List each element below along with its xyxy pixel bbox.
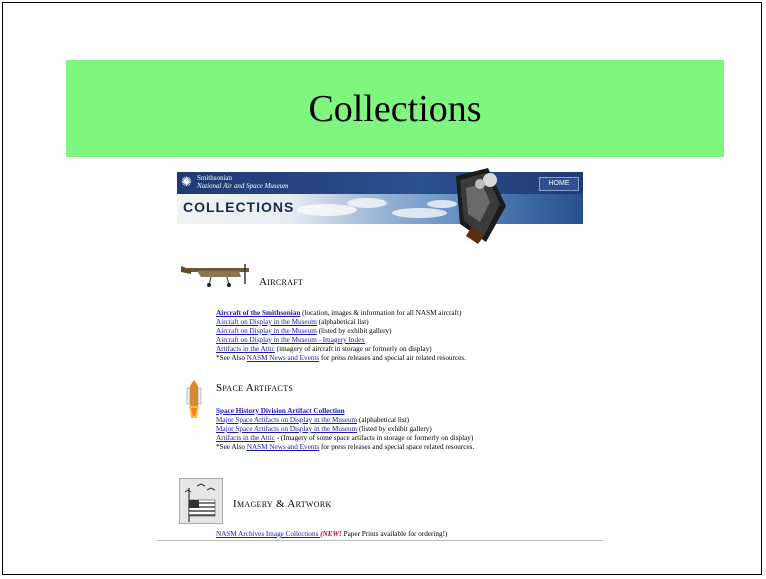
aircraft-heading: Aircraft [259, 276, 304, 288]
list-item: Aircraft on Display in the Museum (alpha… [216, 318, 369, 326]
list-item: Artifacts in the Attic - (Imagery of som… [216, 434, 474, 442]
list-item: Artifacts in the Attic (imagery of aircr… [216, 345, 432, 353]
banner-title: COLLECTIONS [183, 199, 295, 215]
list-item: Aircraft on Display in the Museum - Imag… [216, 336, 466, 345]
new-badge: (NEW! [320, 530, 342, 538]
list-item: Aircraft on Display in the Museum (liste… [216, 327, 392, 335]
space-heading: Space Artifacts [216, 382, 294, 394]
list-item: Major Space Artifacts on Display in the … [216, 416, 410, 424]
imagery-heading: Imagery & Artwork [233, 498, 332, 510]
aircraft-on-display-alpha-link[interactable]: Aircraft on Display in the Museum [216, 318, 317, 326]
space-links: Space History Division Artifact Collecti… [216, 407, 474, 452]
banner-top-bar: ✺ Smithsonian National Air and Space Mus… [177, 172, 583, 194]
aircraft-attic-link[interactable]: Artifacts in the Attic [216, 345, 275, 353]
embedded-webpage-screenshot: ✺ Smithsonian National Air and Space Mus… [157, 166, 603, 541]
list-item: NASM Archives Image Collections (NEW! Pa… [216, 530, 448, 538]
aircraft-news-events-link[interactable]: NASM News and Events [247, 354, 319, 362]
aircraft-of-smithsonian-link[interactable]: Aircraft of the Smithsonian [216, 309, 300, 317]
list-item: *See Also NASM News and Events for press… [216, 443, 475, 451]
airplane-icon [181, 264, 249, 287]
space-news-events-link[interactable]: NASM News and Events [247, 443, 319, 451]
site-banner: ✺ Smithsonian National Air and Space Mus… [177, 172, 583, 224]
list-item: Aircraft of the Smithsonian (location, i… [216, 309, 462, 317]
slide-title: Collections [308, 87, 482, 130]
sunburst-logo-icon: ✺ [181, 174, 192, 189]
space-artifacts-alpha-link[interactable]: Major Space Artifacts on Display in the … [216, 416, 357, 424]
aircraft-imagery-index-link[interactable]: Aircraft on Display in the Museum - Imag… [216, 336, 365, 344]
imagery-links: NASM Archives Image Collections (NEW! Pa… [216, 530, 447, 539]
aircraft-links: Aircraft of the Smithsonian (location, i… [216, 309, 466, 363]
space-attic-link[interactable]: Artifacts in the Attic [216, 434, 275, 442]
space-shuttle-icon [186, 380, 202, 418]
space-artifacts-gallery-link[interactable]: Major Space Artifacts on Display in the … [216, 425, 357, 433]
flag-artwork-icon [179, 478, 223, 524]
home-button[interactable]: HOME [539, 177, 579, 191]
list-item: *See Also NASM News and Events for press… [216, 354, 466, 362]
title-band: Collections [66, 60, 724, 157]
list-item: Space History Division Artifact Collecti… [216, 407, 474, 416]
archives-image-collections-link[interactable]: NASM Archives Image Collections [216, 530, 320, 538]
slide: Collections ✺ Smithsonian National Air a… [2, 2, 762, 575]
museum-name: Smithsonian National Air and Space Museu… [197, 174, 289, 190]
space-capsule-icon [456, 168, 506, 244]
aircraft-on-display-gallery-link[interactable]: Aircraft on Display in the Museum [216, 327, 317, 335]
space-history-collection-link[interactable]: Space History Division Artifact Collecti… [216, 407, 345, 415]
list-item: Major Space Artifacts on Display in the … [216, 425, 432, 433]
